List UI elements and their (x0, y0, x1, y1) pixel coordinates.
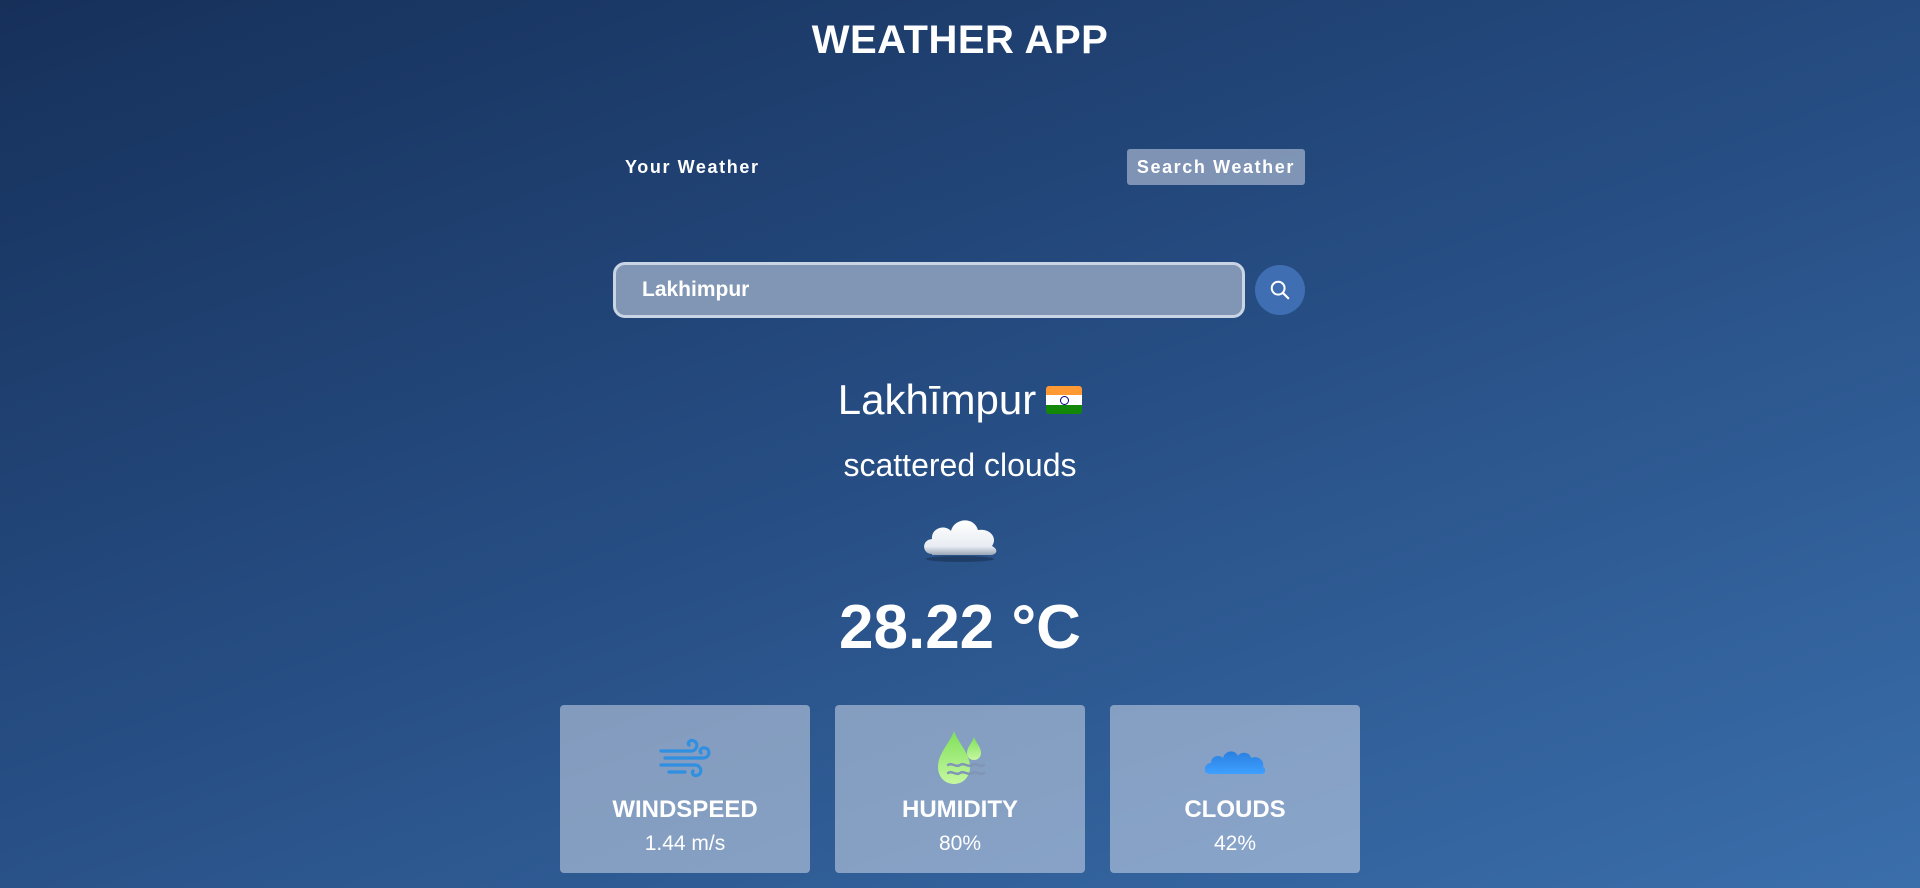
windspeed-card: WINDSPEED 1.44 m/s (560, 705, 810, 873)
wind-icon (659, 738, 711, 778)
city-name: Lakhīmpur (837, 376, 1037, 423)
clouds-label: CLOUDS (1184, 796, 1286, 823)
windspeed-label: WINDSPEED (612, 796, 758, 823)
humidity-label: HUMIDITY (902, 796, 1018, 823)
windspeed-value: 1.44 m/s (644, 832, 726, 855)
search-input[interactable] (613, 262, 1245, 318)
clouds-icon (1205, 751, 1265, 774)
search-icon (1270, 280, 1290, 300)
humidity-value: 80% (938, 832, 982, 855)
temperature-reading: 28.22 °C (839, 593, 1081, 662)
humidity-card: HUMIDITY 80% (835, 705, 1085, 873)
city-heading: Lakhīmpur (0, 370, 1920, 430)
search-form (613, 262, 1305, 318)
tab-your-weather[interactable]: Your Weather (615, 149, 770, 185)
search-button[interactable] (1255, 265, 1305, 315)
cloud-icon (924, 520, 997, 562)
clouds-card: CLOUDS 42% (1110, 705, 1360, 873)
tab-bar: Your Weather Search Weather (615, 149, 1305, 185)
clouds-value: 42% (1213, 832, 1257, 855)
humidity-icon (938, 731, 986, 784)
tab-search-weather[interactable]: Search Weather (1126, 149, 1305, 185)
weather-description: scattered clouds (843, 447, 1077, 483)
india-flag-icon (1046, 385, 1083, 414)
app-title: WEATHER APP (811, 18, 1109, 62)
